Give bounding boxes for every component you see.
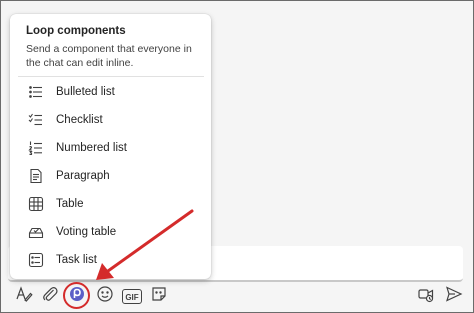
annotation-arrow (96, 209, 194, 280)
